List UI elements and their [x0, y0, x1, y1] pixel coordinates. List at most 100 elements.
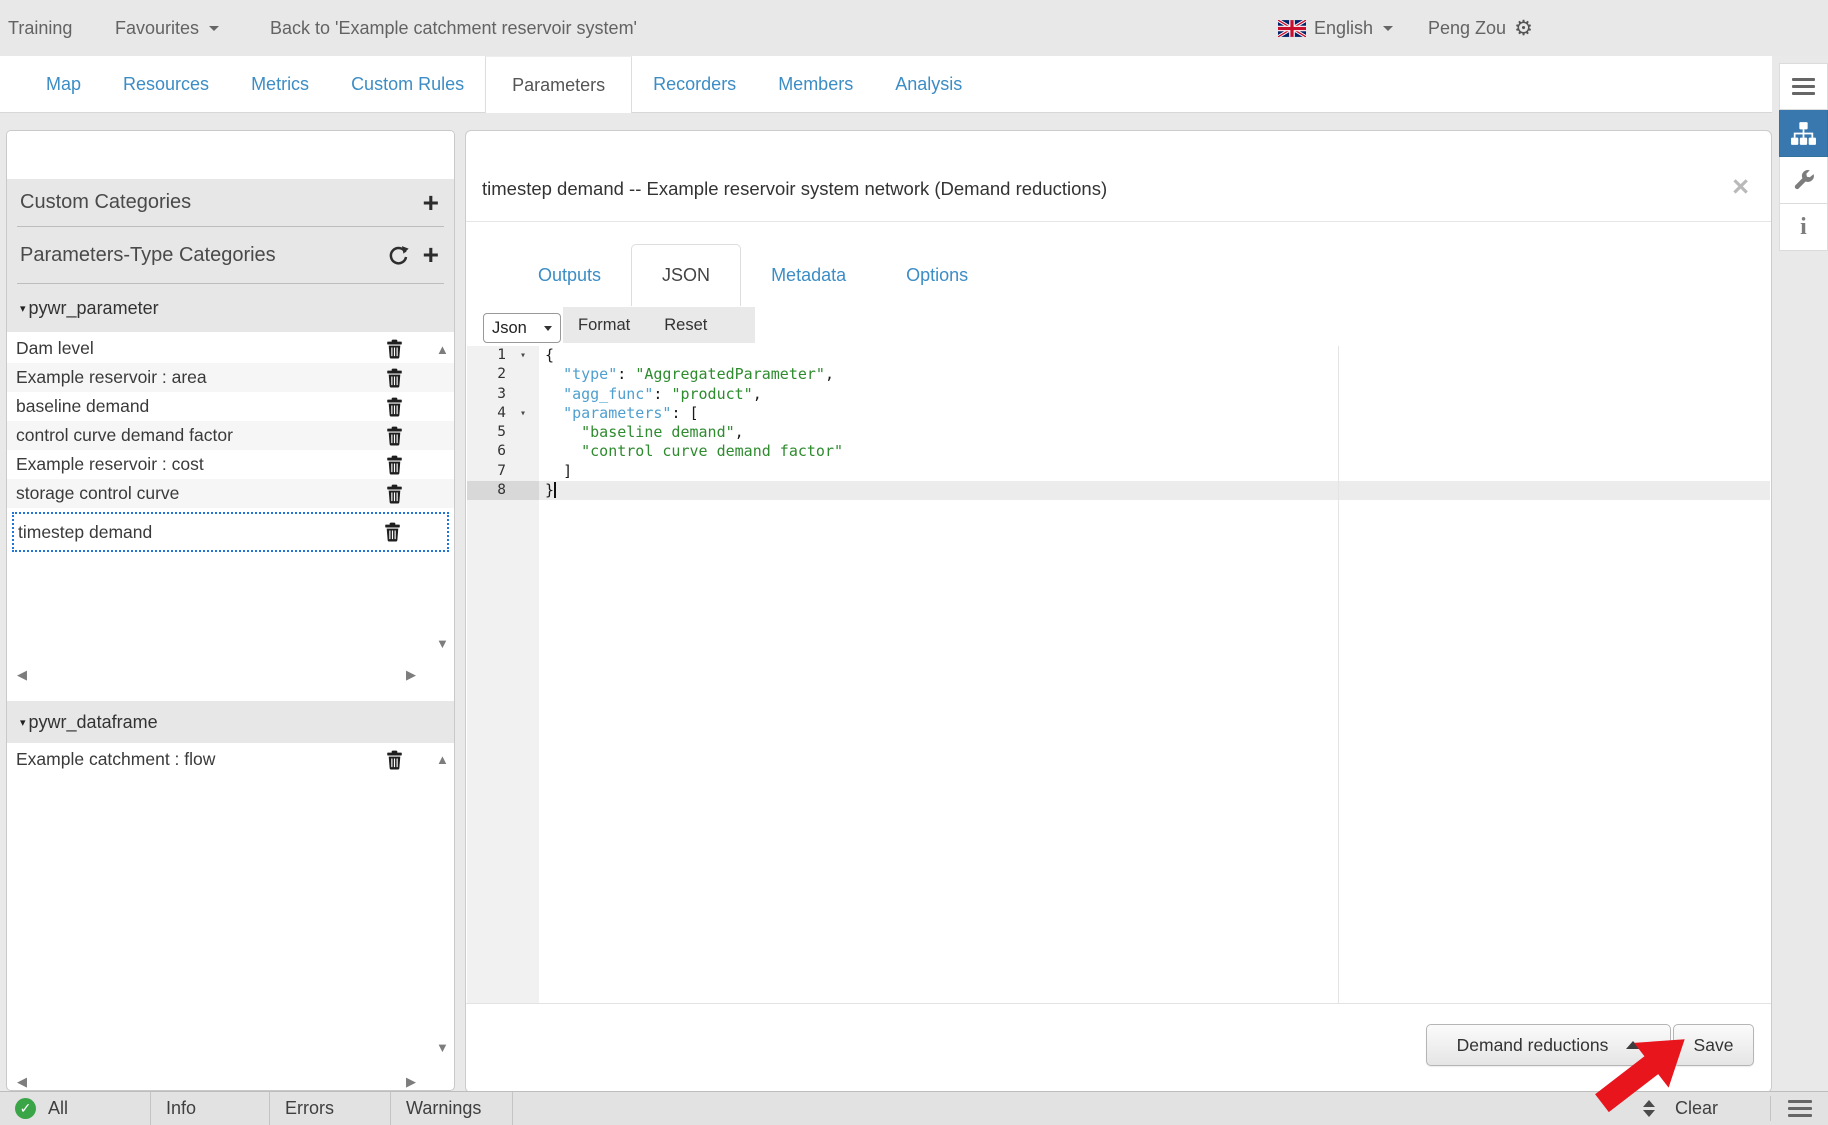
- scroll-left-icon[interactable]: ◀: [17, 1075, 27, 1088]
- detail-tab-json[interactable]: JSON: [631, 244, 741, 306]
- line-number[interactable]: 5: [467, 423, 539, 442]
- module-tabs: MapResourcesMetricsCustom RulesParameter…: [0, 56, 1772, 113]
- group-label: pywr_parameter: [29, 298, 159, 319]
- detail-tab-metadata[interactable]: Metadata: [741, 244, 876, 306]
- code-line[interactable]: "parameters": [: [539, 404, 1770, 423]
- info-button[interactable]: i: [1779, 204, 1828, 251]
- tab-analysis[interactable]: Analysis: [874, 56, 983, 112]
- trash-icon[interactable]: [386, 750, 403, 770]
- list-item[interactable]: storage control curve: [7, 479, 454, 508]
- tools-button[interactable]: [1779, 157, 1828, 204]
- network-view-button[interactable]: [1779, 110, 1828, 157]
- mode-select[interactable]: Json: [483, 313, 561, 343]
- list-item-label: Example reservoir : cost: [16, 454, 204, 475]
- tab-recorders[interactable]: Recorders: [632, 56, 757, 112]
- nav-training[interactable]: Training: [8, 0, 72, 56]
- list-item[interactable]: control curve demand factor: [7, 421, 454, 450]
- list-item-label: Dam level: [16, 338, 94, 359]
- group-pywr-dataframe[interactable]: ▾ pywr_dataframe: [7, 701, 454, 743]
- line-number[interactable]: 3: [467, 385, 539, 404]
- info-icon: i: [1800, 214, 1807, 241]
- add-custom-category-icon[interactable]: +: [421, 190, 441, 215]
- code-line[interactable]: "control curve demand factor": [539, 442, 1770, 461]
- scroll-up-icon[interactable]: ▲: [436, 753, 449, 766]
- status-bar: ✓AllInfo Errors Warnings Clear: [0, 1091, 1828, 1125]
- fold-icon[interactable]: ▾: [520, 346, 526, 365]
- add-parameter-icon[interactable]: +: [421, 242, 441, 267]
- tab-members[interactable]: Members: [757, 56, 874, 112]
- trash-icon[interactable]: [386, 339, 403, 359]
- scroll-right-icon[interactable]: ▶: [406, 1075, 416, 1088]
- clear-log-button[interactable]: Clear: [1675, 1098, 1718, 1119]
- tab-resources[interactable]: Resources: [102, 56, 230, 112]
- line-number[interactable]: 7: [467, 462, 539, 481]
- tab-metrics[interactable]: Metrics: [230, 56, 330, 112]
- group-label: pywr_dataframe: [29, 712, 158, 733]
- log-filter-info[interactable]: Info: [151, 1092, 270, 1125]
- line-number[interactable]: 2: [467, 365, 539, 384]
- scroll-right-icon[interactable]: ▶: [406, 668, 416, 681]
- code-line[interactable]: }: [539, 481, 1770, 500]
- gear-icon[interactable]: ⚙: [1514, 18, 1533, 39]
- code-line[interactable]: "type": "AggregatedParameter",: [539, 365, 1770, 384]
- detail-title: timestep demand -- Example reservoir sys…: [482, 178, 1107, 200]
- tab-map[interactable]: Map: [25, 56, 102, 112]
- reset-button[interactable]: Reset: [664, 316, 707, 335]
- log-filter-all[interactable]: ✓All: [0, 1092, 151, 1125]
- scroll-down-icon[interactable]: ▼: [436, 637, 449, 650]
- close-icon[interactable]: ×: [1732, 173, 1749, 202]
- list-item[interactable]: baseline demand: [7, 392, 454, 421]
- detail-tab-options[interactable]: Options: [876, 244, 998, 306]
- refresh-icon[interactable]: [388, 245, 409, 266]
- trash-icon[interactable]: [386, 455, 403, 475]
- list-item-label: Example catchment : flow: [16, 749, 215, 770]
- code-line[interactable]: {: [539, 346, 1770, 365]
- caret-up-icon: [1626, 1041, 1640, 1049]
- format-button[interactable]: Format: [578, 316, 630, 335]
- line-number[interactable]: 6: [467, 442, 539, 461]
- log-filter-label: Errors: [285, 1098, 334, 1119]
- trash-icon[interactable]: [386, 397, 403, 417]
- collapse-icon: ▾: [20, 302, 26, 315]
- language-selector[interactable]: English: [1278, 0, 1393, 56]
- nav-favourites[interactable]: Favourites: [115, 0, 219, 56]
- save-button[interactable]: Save: [1673, 1024, 1754, 1066]
- group-pywr-parameter[interactable]: ▾ pywr_parameter: [7, 284, 454, 332]
- parameter-type-categories-label: Parameters-Type Categories: [20, 244, 276, 267]
- line-number[interactable]: 4▾: [467, 404, 539, 423]
- code-line[interactable]: "baseline demand",: [539, 423, 1770, 442]
- log-filter-errors[interactable]: Errors: [270, 1092, 391, 1125]
- trash-icon[interactable]: [384, 522, 401, 542]
- tab-parameters[interactable]: Parameters: [485, 56, 632, 113]
- back-link[interactable]: Back to 'Example catchment reservoir sys…: [270, 0, 637, 56]
- line-number[interactable]: 1▾: [467, 346, 539, 365]
- tab-custom-rules[interactable]: Custom Rules: [330, 56, 485, 112]
- list-item[interactable]: Example catchment : flow: [7, 745, 454, 774]
- log-menu-button[interactable]: [1770, 1096, 1828, 1121]
- list-item[interactable]: timestep demand: [12, 512, 449, 552]
- scroll-down-icon[interactable]: ▼: [436, 1041, 449, 1054]
- log-filter-warnings[interactable]: Warnings: [391, 1092, 513, 1125]
- scenario-label: Demand reductions: [1457, 1035, 1609, 1056]
- fold-icon[interactable]: ▾: [520, 404, 526, 423]
- editor-code-area[interactable]: { "type": "AggregatedParameter", "agg_fu…: [539, 346, 1770, 1003]
- trash-icon[interactable]: [386, 426, 403, 446]
- scroll-up-icon[interactable]: ▲: [436, 343, 449, 356]
- menu-toggle-button[interactable]: [1779, 63, 1828, 110]
- code-line[interactable]: ]: [539, 462, 1770, 481]
- editor-actions: Format Reset: [563, 307, 755, 343]
- sort-icon[interactable]: [1643, 1100, 1655, 1117]
- code-line[interactable]: "agg_func": "product",: [539, 385, 1770, 404]
- trash-icon[interactable]: [386, 484, 403, 504]
- detail-tab-outputs[interactable]: Outputs: [508, 244, 631, 306]
- scroll-left-icon[interactable]: ◀: [17, 668, 27, 681]
- list-item[interactable]: Example reservoir : area: [7, 363, 454, 392]
- line-number[interactable]: 8: [467, 481, 539, 500]
- scenario-dropdown-button[interactable]: Demand reductions: [1426, 1024, 1671, 1066]
- parameter-type-categories-header: Parameters-Type Categories +: [7, 227, 454, 283]
- user-menu[interactable]: Peng Zou ⚙: [1428, 0, 1533, 56]
- trash-icon[interactable]: [386, 368, 403, 388]
- list-item[interactable]: Dam level: [7, 334, 454, 363]
- back-link-label: Back to 'Example catchment reservoir sys…: [270, 18, 637, 39]
- list-item[interactable]: Example reservoir : cost: [7, 450, 454, 479]
